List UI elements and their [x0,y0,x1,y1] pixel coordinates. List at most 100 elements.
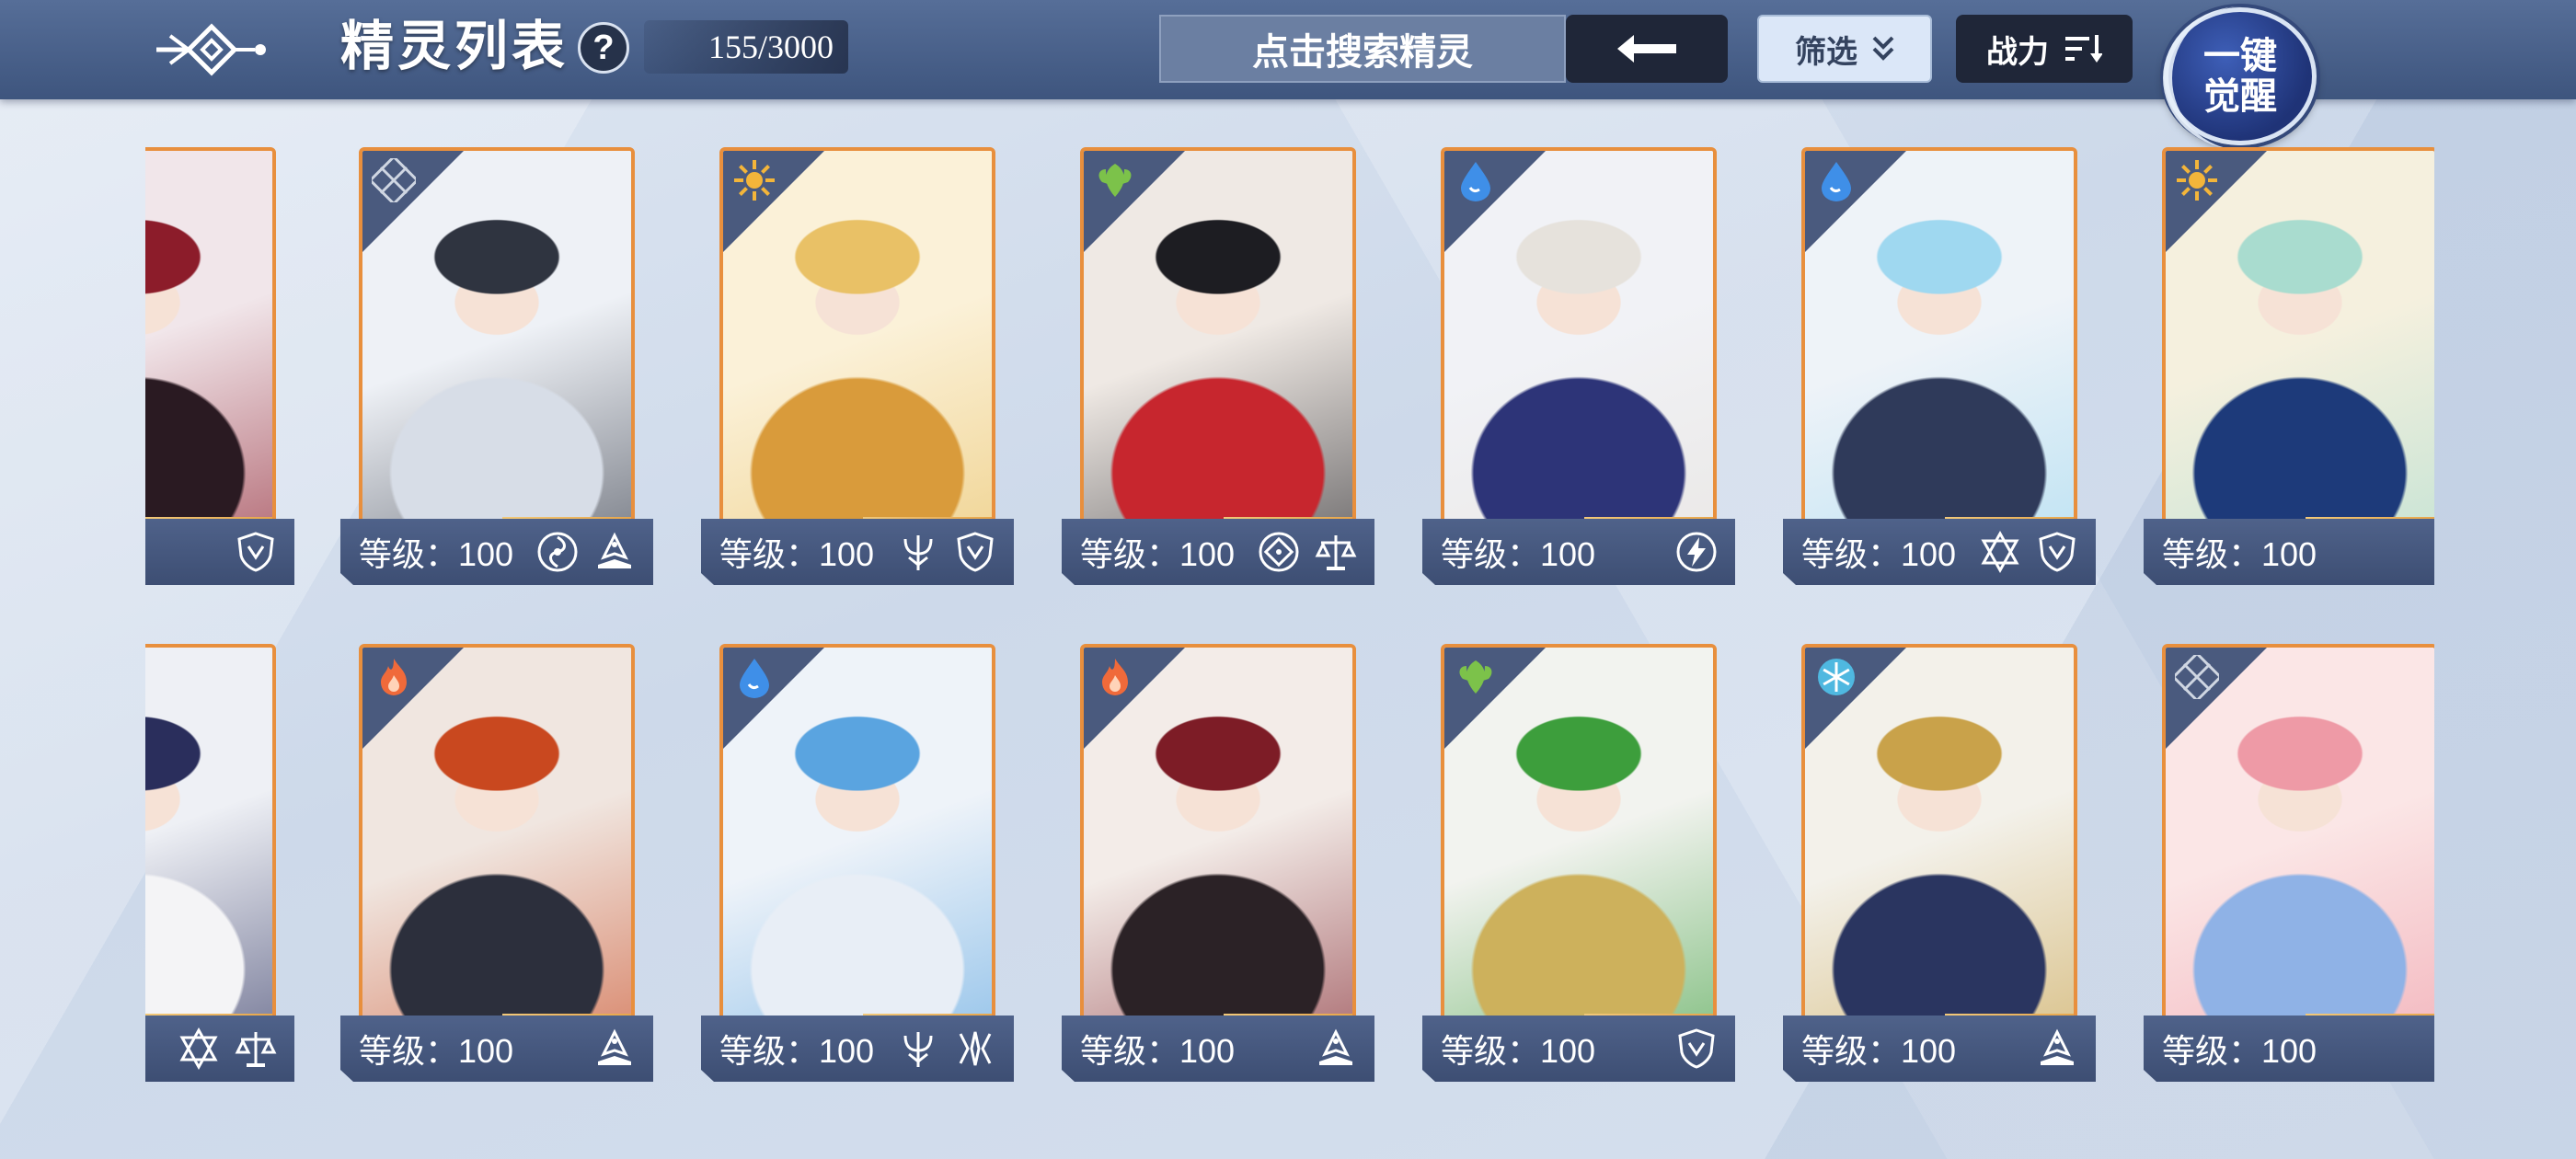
search-input[interactable]: 点击搜索精灵 [1159,15,1566,83]
book-icon [1312,1025,1360,1073]
one-click-awaken-button[interactable]: 一键 觉醒 [2163,6,2317,150]
spirit-portrait [145,151,272,530]
level-bar: 等级：100 [1422,1016,1735,1082]
spirit-card[interactable]: 等级：100 [1783,147,2096,598]
spirit-portrait-frame [2162,644,2434,1030]
hexagram-icon [175,1025,223,1073]
spirit-portrait-frame [2162,147,2434,534]
filter-button[interactable]: 筛选 [1757,15,1932,83]
spirit-portrait-frame [719,644,995,1030]
water-element-icon [730,653,778,701]
awaken-label-line1: 一键 [2203,36,2277,76]
trait-tags [894,1025,999,1073]
hexagram-icon [1976,528,2024,576]
spirit-card[interactable]: 等级：100 [2144,147,2434,598]
spirit-card[interactable]: 等级：100 [340,644,653,1095]
spirit-portrait-frame [1080,147,1356,534]
spirit-card[interactable]: : 100 [145,644,294,1095]
spirit-portrait-frame [1801,644,2077,1030]
level-label: 等级：100 [1801,1032,1957,1070]
dice-icon [1255,528,1303,576]
book-icon [591,528,638,576]
spirit-card[interactable]: 等级：100 [340,147,653,598]
back-arrow-button[interactable] [1566,15,1728,83]
filter-label: 筛选 [1795,34,1857,70]
trait-tags [534,528,638,576]
level-bar: 等级：100 [1783,1016,2096,1082]
spirit-portrait-frame [1441,147,1717,534]
trait-tags [1673,1025,1720,1073]
trait-tags [232,528,280,576]
spirit-card[interactable]: : 100 [145,147,294,598]
shield-icon [232,528,280,576]
level-bar: 等级：100 [1422,519,1735,585]
spirit-portrait-frame [145,147,276,534]
shield-icon [2033,528,2081,576]
spirit-portrait-frame [145,644,276,1030]
fire-element-icon [1091,653,1139,701]
spirit-card[interactable]: 等级：100 [1783,644,2096,1095]
level-label: 等级：100 [1080,535,1236,573]
spirit-portrait-frame [359,644,635,1030]
sort-power-button[interactable]: 战力 [1956,15,2133,83]
trait-tags [894,528,999,576]
trait-tags [175,1025,280,1073]
spirit-grid: : 100 等级：100 等级：100 等级：100 等级：100 等级：100 等级：10… [0,147,2576,1104]
level-label: 等级：100 [1801,535,1957,573]
spirit-card[interactable]: 等级：100 [1422,644,1735,1095]
spirit-card[interactable]: 等级：100 [701,147,1014,598]
spirit-count: 155/3000 [644,20,848,74]
arrow-left-icon [1617,35,1676,63]
trait-tags [2033,1025,2081,1073]
level-bar: : 100 [145,1016,294,1082]
level-label: 等级：100 [359,1032,514,1070]
spirit-portrait-frame [719,147,995,534]
level-label: 等级：100 [1080,1032,1236,1070]
trait-tags [1673,528,1720,576]
grass-element-icon [1091,156,1139,204]
lightning-icon [1673,528,1720,576]
trait-tags [1255,528,1360,576]
level-bar: 等级：100 [701,519,1014,585]
water-element-icon [1452,156,1500,204]
book-icon [2033,1025,2081,1073]
light-element-icon [730,156,778,204]
scales-icon [1312,528,1360,576]
back-emblem-icon[interactable] [147,9,276,90]
level-bar: 等级：100 [340,519,653,585]
trait-tags [1312,1025,1360,1073]
neutral-x-element-icon [2173,653,2221,701]
trident-icon [894,528,942,576]
spirit-card[interactable]: 等级：100 [2144,644,2434,1095]
level-bar: 等级：100 [2144,1016,2434,1082]
shield-icon [951,528,999,576]
spirit-portrait-frame [1441,644,1717,1030]
spirit-grid-viewport[interactable]: : 100 等级：100 等级：100 等级：100 等级：100 等级：100 等级：10… [145,147,2434,1104]
spirit-portrait-frame [1080,644,1356,1030]
water-element-icon [1812,156,1860,204]
spirit-card[interactable]: 等级：100 [1062,147,1374,598]
level-label: 等级：100 [1441,1032,1596,1070]
level-label: 等级：100 [359,535,514,573]
fire-element-icon [370,653,418,701]
spirit-portrait-frame [1801,147,2077,534]
level-bar: 等级：100 [340,1016,653,1082]
light-element-icon [2173,156,2221,204]
level-label: 等级：100 [2162,535,2317,573]
ice-element-icon [1812,653,1860,701]
spirit-card[interactable]: 等级：100 [701,644,1014,1095]
level-bar: 等级：100 [1062,1016,1374,1082]
level-bar: 等级：100 [2144,519,2434,585]
claw-icon [951,1025,999,1073]
sort-label: 战力 [1986,34,2049,70]
book-icon [591,1025,638,1073]
spirit-card[interactable]: 等级：100 [1062,644,1374,1095]
sort-icon [2065,35,2102,63]
level-bar: 等级：100 [1783,519,2096,585]
trait-tags [1976,528,2081,576]
help-button[interactable]: ? [578,22,629,74]
level-label: 等级：100 [2162,1032,2317,1070]
shield-icon [1673,1025,1720,1073]
spirit-card[interactable]: 等级：100 [1422,147,1735,598]
trident-icon [894,1025,942,1073]
